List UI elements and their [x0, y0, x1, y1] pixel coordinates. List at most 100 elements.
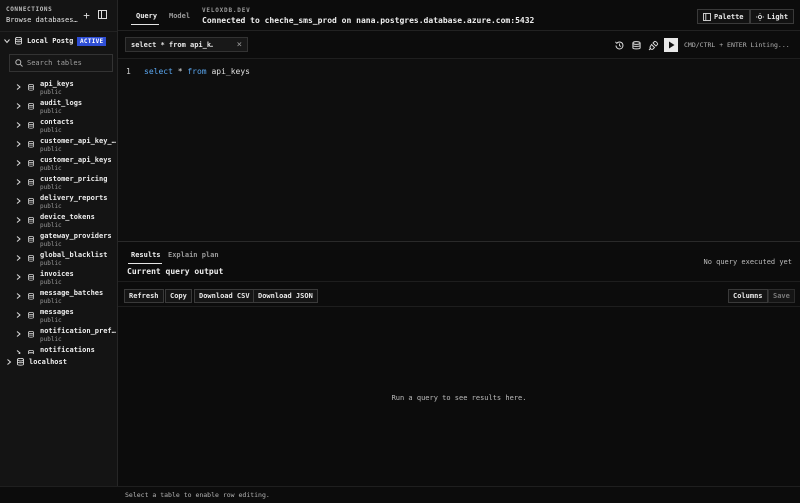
- search-icon: [15, 59, 23, 67]
- download-csv-button[interactable]: Download CSV: [194, 289, 255, 303]
- chevron-right-icon[interactable]: [16, 198, 21, 204]
- connection-local-postgres[interactable]: Local Postg… ACTIVE: [4, 35, 116, 47]
- save-button[interactable]: Save: [768, 289, 795, 303]
- active-badge: ACTIVE: [77, 36, 107, 46]
- table-schema: public: [40, 127, 62, 134]
- table-item[interactable]: audit_logs public: [0, 97, 117, 116]
- table-icon: [28, 331, 34, 338]
- sidebar-title: CONNECTIONS: [6, 6, 53, 13]
- table-item[interactable]: message_batches public: [0, 287, 117, 306]
- chevron-right-icon: [7, 359, 12, 365]
- refresh-button[interactable]: Refresh: [124, 289, 164, 303]
- chevron-right-icon[interactable]: [16, 141, 21, 147]
- table-item[interactable]: delivery_reports public: [0, 192, 117, 211]
- empty-results-message: Run a query to see results here.: [391, 394, 527, 402]
- keyword-from: from: [187, 67, 207, 76]
- copy-button[interactable]: Copy: [165, 289, 192, 303]
- table-item[interactable]: global_blacklist public: [0, 249, 117, 268]
- chevron-right-icon[interactable]: [16, 274, 21, 280]
- database-icon[interactable]: [631, 40, 642, 51]
- table-icon: [28, 255, 34, 262]
- search-input[interactable]: [27, 59, 107, 67]
- query-status: No query executed yet: [703, 258, 792, 266]
- table-icon: [28, 141, 34, 148]
- sql-editor[interactable]: 1 select * from api_keys: [118, 59, 800, 241]
- chevron-right-icon[interactable]: [16, 293, 21, 299]
- line-gutter: 1: [118, 59, 136, 241]
- results-toolbar-divider: [118, 306, 800, 307]
- close-icon[interactable]: ×: [237, 41, 242, 50]
- editor-toolbar: select * from api_k… × CMD/CTRL + ENTER …: [118, 31, 800, 59]
- results-panel: Results Explain plan Current query outpu…: [118, 241, 800, 503]
- table-icon: [28, 350, 34, 354]
- chevron-right-icon[interactable]: [16, 122, 21, 128]
- tab-model[interactable]: Model: [169, 12, 190, 20]
- chevron-right-icon[interactable]: [16, 236, 21, 242]
- plug-icon[interactable]: [648, 40, 659, 51]
- sidebar: CONNECTIONS Browse databases… + Local Po…: [0, 0, 118, 503]
- table-item[interactable]: customer_api_keys public: [0, 154, 117, 173]
- table-schema: public: [40, 298, 62, 305]
- table-identifier: api_keys: [206, 67, 250, 76]
- table-item[interactable]: contacts public: [0, 116, 117, 135]
- table-name: device_tokens: [40, 213, 95, 221]
- table-item[interactable]: invoices public: [0, 268, 117, 287]
- table-item[interactable]: api_keys public: [0, 78, 117, 97]
- tab-results[interactable]: Results: [131, 251, 161, 259]
- table-schema: public: [40, 108, 62, 115]
- line-number: 1: [126, 67, 131, 76]
- chevron-right-icon[interactable]: [16, 331, 21, 337]
- table-item[interactable]: customer_pricing public: [0, 173, 117, 192]
- results-divider: [118, 281, 800, 282]
- collapse-sidebar-icon[interactable]: [97, 10, 108, 21]
- table-item[interactable]: gateway_providers public: [0, 230, 117, 249]
- connection-status-text: Connected to cheche_sms_prod on nana.pos…: [202, 16, 535, 25]
- tab-query[interactable]: Query: [136, 12, 157, 20]
- chevron-right-icon[interactable]: [16, 217, 21, 223]
- table-name: contacts: [40, 118, 74, 126]
- palette-icon: [703, 12, 711, 21]
- add-connection-icon[interactable]: +: [81, 10, 92, 21]
- table-icon: [28, 293, 34, 300]
- table-schema: public: [40, 279, 62, 286]
- table-item[interactable]: notification_pref… public: [0, 325, 117, 344]
- table-item[interactable]: notificationspublic: [0, 344, 117, 354]
- connection-localhost[interactable]: localhost: [4, 356, 89, 368]
- tab-explain-plan[interactable]: Explain plan: [168, 251, 219, 259]
- sidebar-subtitle: Browse databases…: [6, 16, 78, 24]
- chevron-right-icon[interactable]: [16, 179, 21, 185]
- chevron-right-icon[interactable]: [16, 255, 21, 261]
- play-icon: [668, 41, 674, 49]
- table-item[interactable]: messages public: [0, 306, 117, 325]
- table-item[interactable]: customer_api_key_… public: [0, 135, 117, 154]
- run-query-button[interactable]: [664, 38, 678, 52]
- operator-star: *: [172, 67, 188, 76]
- chevron-right-icon[interactable]: [16, 84, 21, 90]
- chevron-right-icon[interactable]: [16, 312, 21, 318]
- table-item[interactable]: device_tokens public: [0, 211, 117, 230]
- table-name: api_keys: [40, 80, 74, 88]
- columns-button[interactable]: Columns: [728, 289, 768, 303]
- top-bar: Query Model VELOXDB.DEV Connected to che…: [118, 0, 800, 31]
- tab-active-indicator: [131, 24, 159, 25]
- table-icon: [28, 160, 34, 167]
- theme-toggle-button[interactable]: Light: [750, 9, 795, 24]
- table-name: notifications: [40, 346, 95, 354]
- chevron-right-icon[interactable]: [16, 103, 21, 109]
- connection-name: localhost: [29, 358, 67, 366]
- download-json-button[interactable]: Download JSON: [253, 289, 318, 303]
- chevron-right-icon[interactable]: [16, 160, 21, 166]
- table-schema: public: [40, 260, 62, 267]
- database-icon: [17, 358, 24, 366]
- table-list: api_keys public audit_logs public contacts pu…: [0, 78, 117, 354]
- palette-button[interactable]: Palette: [697, 9, 750, 24]
- history-icon[interactable]: [614, 40, 625, 51]
- chevron-right-icon[interactable]: [16, 350, 21, 354]
- database-icon: [15, 37, 22, 45]
- query-tab[interactable]: select * from api_k… ×: [125, 37, 248, 52]
- table-search[interactable]: [9, 54, 113, 72]
- table-icon: [28, 198, 34, 205]
- table-schema: public: [40, 222, 62, 229]
- table-icon: [28, 236, 34, 243]
- sidebar-divider: [0, 31, 117, 32]
